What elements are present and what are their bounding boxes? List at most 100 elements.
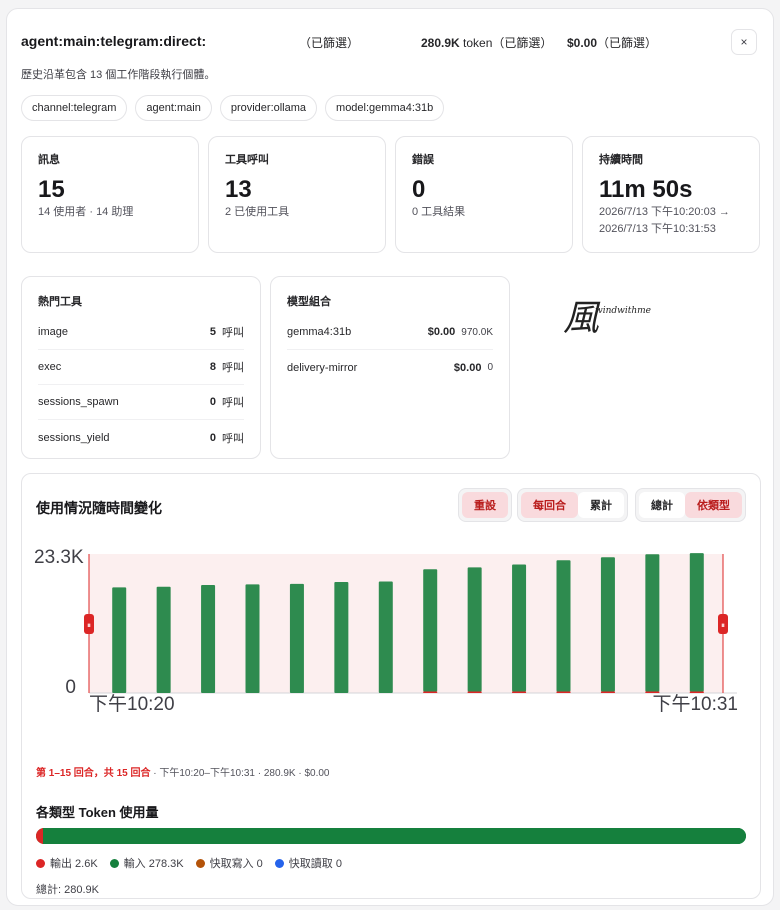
- stat-value: 13: [225, 176, 252, 203]
- bar-input: [645, 554, 660, 692]
- stat-card-messages: 訊息 15 14 使用者 · 14 助理: [21, 136, 199, 253]
- reset-button[interactable]: 重設: [462, 492, 508, 518]
- legend-label: 快取讀取 0: [288, 858, 342, 870]
- top-tools-card: 熱門工具 image 5 呼叫 exec 8 呼叫 sessions_spawn…: [21, 276, 261, 459]
- model-row: delivery-mirror $0.00 0: [287, 350, 493, 385]
- tag-chip-channel[interactable]: channel:telegram: [21, 95, 128, 121]
- bar-output: [645, 691, 660, 694]
- tool-name: sessions_spawn: [38, 396, 119, 408]
- tool-count: 0: [209, 431, 216, 444]
- grip-icon: ⏸: [721, 621, 725, 630]
- tool-count: 8: [209, 361, 216, 373]
- usage-chart-title: 使用情況隨時間變化: [36, 500, 162, 516]
- bar-input: [423, 569, 438, 692]
- bar-input: [201, 585, 216, 693]
- model-name: gemma4:31b: [287, 326, 352, 338]
- legend-label: 輸入 278.3K: [123, 858, 184, 870]
- tool-name: image: [38, 326, 68, 338]
- filtered-cost: $0.00（已篩選）: [567, 34, 657, 51]
- legend-item: 輸出 2.6K: [36, 855, 98, 871]
- stat-label: 訊息: [38, 154, 60, 166]
- bar-input: [245, 584, 260, 693]
- legend-dot-icon: [36, 858, 45, 868]
- legend-item: 快取讀取 0: [274, 855, 342, 871]
- stat-subtext: 0 工具結果: [412, 206, 466, 218]
- tool-row: image 5 呼叫: [38, 315, 244, 350]
- bar-output: [467, 691, 482, 694]
- tool-count-unit: 呼叫: [222, 362, 244, 374]
- usage-over-time-card: 使用情況隨時間變化 重設 每回合 累計 總計 依類型 ⏸ ⏸ 23.3K 0 下午10:…: [21, 473, 761, 899]
- bar-output: [423, 691, 438, 694]
- bar-input: [289, 583, 304, 693]
- bar-input: [689, 553, 704, 692]
- tool-row: sessions_spawn 0 呼叫: [38, 385, 244, 420]
- view-total-button[interactable]: 總計: [639, 492, 685, 518]
- bar-input: [600, 557, 615, 692]
- tool-row: exec 8 呼叫: [38, 350, 244, 385]
- tool-name: sessions_yield: [38, 431, 110, 444]
- close-button[interactable]: ×: [731, 29, 757, 55]
- model-name: delivery-mirror: [287, 361, 358, 374]
- selected-range-fill: [89, 554, 723, 693]
- stat-subtext: 14 使用者 · 14 助理: [38, 206, 134, 218]
- legend-dot-icon: [195, 858, 205, 868]
- legend-dot-icon: [109, 858, 119, 868]
- view-toggle: 總計 依類型: [635, 488, 746, 522]
- stat-label: 錯誤: [412, 154, 434, 166]
- stat-value: 15: [38, 176, 65, 203]
- tool-count: 0: [209, 396, 216, 408]
- model-mix-card: 模型組合 gemma4:31b $0.00 970.0K delivery-mi…: [270, 276, 510, 459]
- token-type-title: 各類型 Token 使用量: [36, 805, 159, 820]
- token-total: 總計: 280.9K: [36, 884, 99, 896]
- bar-output: [556, 691, 571, 694]
- stat-card-errors: 錯誤 0 0 工具結果: [395, 136, 573, 253]
- tool-name: exec: [38, 361, 62, 373]
- bar-output: [600, 691, 615, 694]
- token-type-legend: 輸出 2.6K 輸入 278.3K 快取寫入 0 快取讀取 0: [36, 855, 342, 871]
- view-by-type-button[interactable]: 依類型: [685, 492, 742, 518]
- mode-cumulative-button[interactable]: 累計: [578, 492, 624, 518]
- mode-toggle: 每回合 累計: [517, 488, 628, 522]
- bar-input: [556, 560, 571, 692]
- model-tokens: 0: [487, 362, 493, 373]
- y-tick-label: 0: [65, 677, 76, 698]
- reset-group: 重設: [458, 488, 512, 522]
- bar-input: [112, 587, 127, 693]
- bar-input: [378, 581, 393, 693]
- tag-chip-provider[interactable]: provider:ollama: [219, 95, 318, 121]
- windwithme-logo: 風 windwithme: [563, 289, 663, 341]
- filtered-tokens: 280.9K token（已篩選）: [421, 34, 552, 51]
- stat-card-duration: 持續時間 11m 50s 2026/7/13 下午10:20:03 → 2026…: [582, 136, 760, 253]
- token-type-segment: [42, 828, 746, 844]
- stat-subtext: 2026/7/13 下午10:20:03 → 2026/7/13 下午10:31…: [599, 206, 730, 235]
- legend-dot-icon: [274, 858, 284, 868]
- tool-count-unit: 呼叫: [222, 397, 244, 409]
- stat-subtext: 2 已使用工具: [225, 206, 290, 218]
- x-tick-label: 下午10:31: [652, 693, 738, 712]
- session-detail-panel: agent:main:telegram:direct: （已篩選） 280.9K…: [6, 8, 774, 906]
- mode-per-turn-button[interactable]: 每回合: [521, 492, 578, 518]
- filtered-cost-value: $0.00: [567, 36, 598, 50]
- range-summary: 第 1–15 回合，共 15 回合 · 下午10:20–下午10:31 · 28…: [36, 764, 329, 779]
- bar-output: [689, 691, 704, 694]
- token-type-bar: [36, 828, 746, 844]
- stat-value: 11m 50s: [599, 176, 693, 203]
- bar-input: [156, 586, 171, 693]
- close-icon: ×: [740, 35, 748, 49]
- stat-label: 工具呼叫: [225, 154, 269, 166]
- model-row: gemma4:31b $0.00 970.0K: [287, 315, 493, 350]
- filter-indicator: （已篩選）: [299, 36, 360, 50]
- logo-text: windwithme: [595, 306, 651, 316]
- model-mix-title: 模型組合: [287, 296, 331, 308]
- logo-glyph: 風: [563, 298, 600, 339]
- legend-label: 快取寫入 0: [209, 858, 263, 870]
- bar-input: [467, 567, 482, 692]
- top-tools-title: 熱門工具: [38, 296, 82, 308]
- session-tags: channel:telegram agent:main provider:oll…: [21, 95, 445, 121]
- tool-count-unit: 呼叫: [222, 432, 244, 445]
- tag-chip-agent[interactable]: agent:main: [135, 95, 212, 121]
- model-cost: $0.00: [453, 361, 482, 374]
- tag-chip-model[interactable]: model:gemma4:31b: [325, 95, 445, 121]
- range-turns: 第 1–15 回合，共 15 回合: [36, 768, 151, 779]
- stat-label: 持續時間: [599, 154, 643, 166]
